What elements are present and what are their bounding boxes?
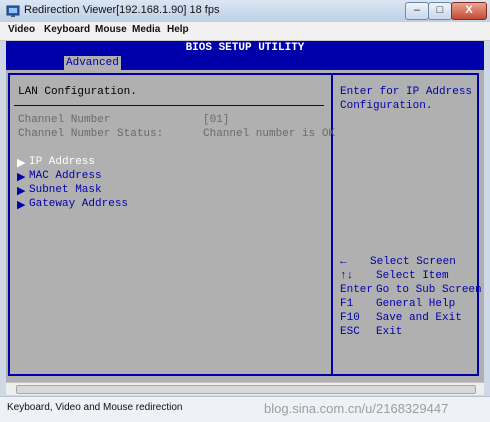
remote-console-screen[interactable]: BIOS SETUP UTILITY Advanced LAN Configur…	[6, 41, 484, 382]
submenu-label: Subnet Mask	[29, 184, 102, 196]
submenu-label: Gateway Address	[29, 198, 129, 210]
section-underline	[14, 105, 324, 106]
menubar: Video Keyboard Mouse Media Help	[0, 22, 490, 41]
menu-keyboard[interactable]: Keyboard	[44, 24, 90, 35]
submenu-arrow-icon: ▶	[17, 172, 26, 184]
menu-help[interactable]: Help	[167, 24, 189, 35]
section-title: LAN Configuration.	[18, 86, 137, 98]
watermark-text: blog.sina.com.cn/u/2168329447	[264, 401, 449, 416]
submenu-arrow-icon: ▶	[17, 200, 26, 212]
submenu-arrow-icon: ▶	[17, 186, 26, 198]
window-title: Redirection Viewer[192.168.1.90] 18 fps	[24, 4, 220, 16]
window-titlebar: Redirection Viewer[192.168.1.90] 18 fps …	[0, 0, 490, 23]
key-action-select-item: Select Item	[376, 270, 449, 282]
tab-advanced[interactable]: Advanced	[64, 56, 121, 70]
status-text: Keyboard, Video and Mouse redirection	[7, 402, 183, 413]
minimize-button[interactable]: –	[405, 2, 429, 20]
key-action-select-screen: Select Screen	[370, 256, 456, 268]
field-value-channel-status: Channel number is OK	[203, 128, 336, 140]
menu-video[interactable]: Video	[8, 24, 35, 35]
key-action-general-help: General Help	[376, 298, 456, 310]
key-action-sub-screen: Go to Sub Screen	[376, 284, 482, 296]
key-action-save-exit: Save and Exit	[376, 312, 462, 324]
scrollbar-thumb[interactable]	[16, 385, 476, 394]
key-enter: Enter	[340, 284, 374, 296]
close-button[interactable]: X	[451, 2, 487, 20]
field-value-channel-number: [01]	[203, 114, 230, 126]
menu-mouse[interactable]: Mouse	[95, 24, 127, 35]
panel-divider	[331, 73, 333, 376]
field-label-channel-number: Channel Number	[18, 114, 111, 126]
bios-header: BIOS SETUP UTILITY	[6, 41, 484, 56]
submenu-arrow-icon: ▶	[17, 158, 26, 170]
key-up-down-arrows: ↑↓	[340, 270, 354, 282]
key-action-exit: Exit	[376, 326, 403, 338]
field-label-channel-status: Channel Number Status:	[18, 128, 164, 140]
help-text-line-2: Configuration.	[340, 100, 433, 112]
bios-tab-row: Advanced	[6, 56, 484, 70]
maximize-button[interactable]: □	[428, 2, 452, 20]
help-text-line-1: Enter for IP Address	[340, 86, 473, 98]
submenu-label: MAC Address	[29, 170, 102, 182]
key-esc: ESC	[340, 326, 360, 338]
horizontal-scrollbar[interactable]	[6, 382, 484, 395]
submenu-label: IP Address	[29, 156, 96, 168]
menu-media[interactable]: Media	[132, 24, 160, 35]
key-left-arrow: ←	[340, 256, 347, 268]
key-f10: F10	[340, 312, 360, 324]
app-icon	[6, 5, 20, 17]
key-f1: F1	[340, 298, 354, 310]
